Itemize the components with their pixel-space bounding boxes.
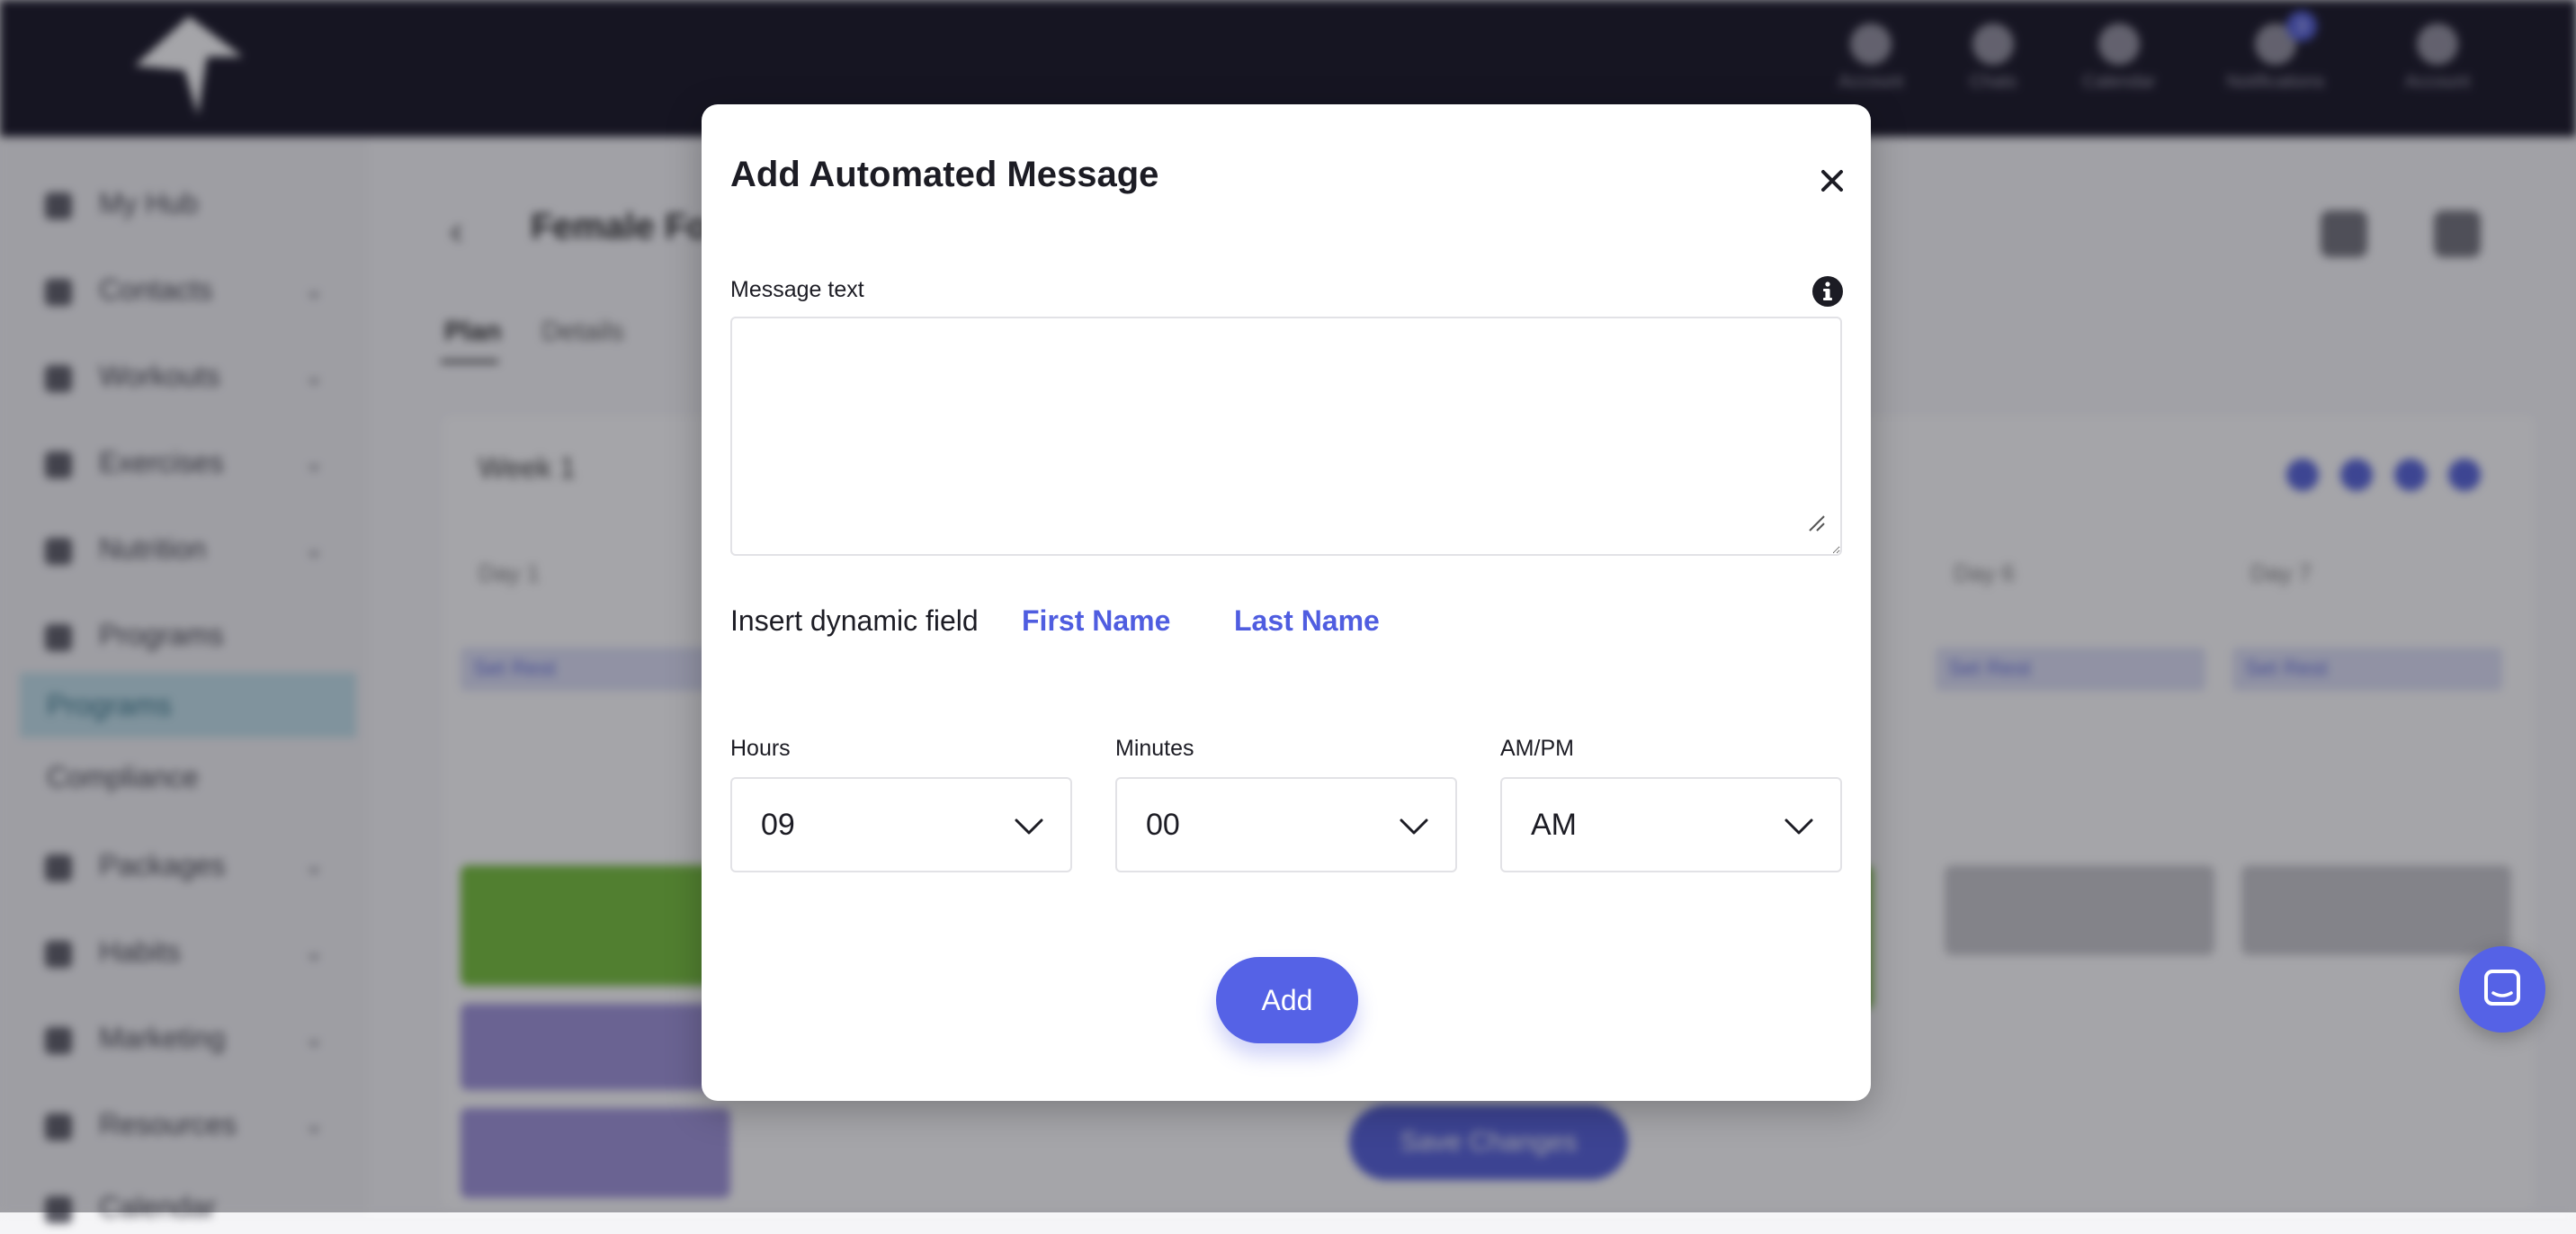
chevron-down-icon xyxy=(1400,818,1428,835)
add-automated-message-modal: Add Automated Message Message text Inser… xyxy=(702,104,1871,1101)
minutes-select[interactable]: 00 xyxy=(1115,777,1457,872)
ampm-label: AM/PM xyxy=(1500,736,1574,761)
chevron-down-icon xyxy=(1015,818,1043,835)
ampm-select[interactable]: AM xyxy=(1500,777,1842,872)
chat-launcher-button[interactable] xyxy=(2459,946,2545,1033)
insert-dynamic-field-label: Insert dynamic field xyxy=(730,604,979,637)
chat-bubble-icon xyxy=(2484,970,2520,1006)
hours-value: 09 xyxy=(761,808,795,842)
info-icon[interactable] xyxy=(1811,275,1844,308)
hours-select[interactable]: 09 xyxy=(730,777,1072,872)
ampm-value: AM xyxy=(1531,808,1577,842)
modal-title: Add Automated Message xyxy=(730,155,1159,194)
add-button[interactable]: Add xyxy=(1216,957,1358,1043)
insert-first-name-link[interactable]: First Name xyxy=(1022,604,1170,638)
message-text-label: Message text xyxy=(730,277,864,302)
message-text-input[interactable] xyxy=(730,317,1842,556)
minutes-value: 00 xyxy=(1146,808,1180,842)
minutes-label: Minutes xyxy=(1115,736,1194,761)
insert-last-name-link[interactable]: Last Name xyxy=(1234,604,1380,638)
close-icon xyxy=(1821,170,1843,192)
chevron-down-icon xyxy=(1784,818,1813,835)
close-button[interactable] xyxy=(1810,158,1855,203)
hours-label: Hours xyxy=(730,736,791,761)
